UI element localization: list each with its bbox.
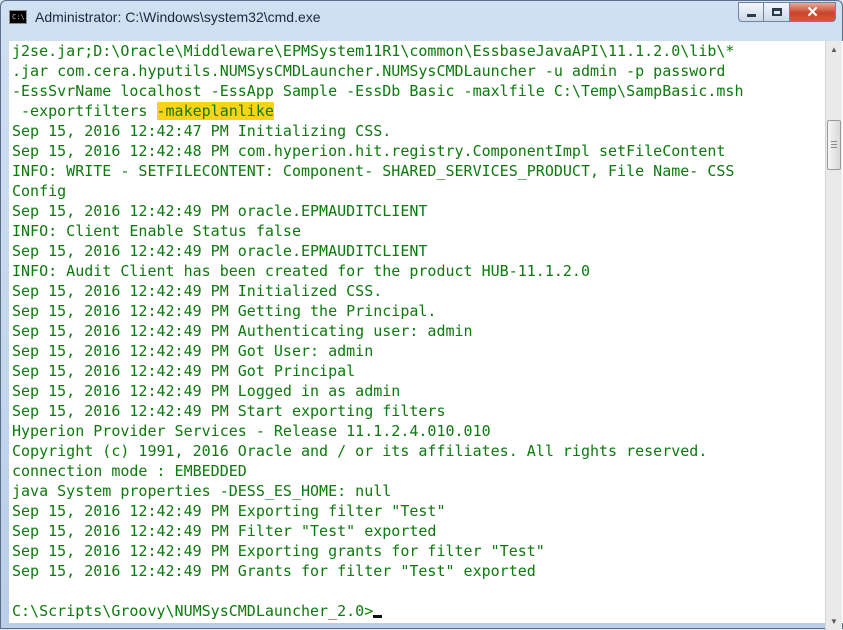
console-line: Hyperion Provider Services - Release 11.… [12,421,744,441]
console-line-text: -EssSvrName localhost -EssApp Sample -Es… [12,82,744,100]
title-bar[interactable]: C:\. Administrator: C:\Windows\system32\… [1,1,842,35]
console-line: Sep 15, 2016 12:42:47 PM Initializing CS… [12,121,744,141]
console-line-text: Copyright (c) 1991, 2016 Oracle and / or… [12,442,708,460]
console-line: Sep 15, 2016 12:42:49 PM Got User: admin [12,341,744,361]
console-line: Sep 15, 2016 12:42:49 PM Authenticating … [12,321,744,341]
console-line: Sep 15, 2016 12:42:49 PM oracle.EPMAUDIT… [12,241,744,261]
arrow-up-icon: ▲ [830,45,838,54]
console-line: Sep 15, 2016 12:42:49 PM Filter "Test" e… [12,521,744,541]
scroll-up-button[interactable]: ▲ [826,41,842,58]
console-line: Copyright (c) 1991, 2016 Oracle and / or… [12,441,744,461]
console-line-text: Sep 15, 2016 12:42:49 PM Start exporting… [12,402,446,420]
console-line-text: -exportfilters [12,102,157,120]
window-title: Administrator: C:\Windows\system32\cmd.e… [35,9,321,25]
console-line-text: Sep 15, 2016 12:42:49 PM Getting the Pri… [12,302,437,320]
console-line: Sep 15, 2016 12:42:49 PM Exporting filte… [12,501,744,521]
console-line: Sep 15, 2016 12:42:49 PM Got Principal [12,361,744,381]
grip-icon [831,141,837,142]
console-line-text: Sep 15, 2016 12:42:49 PM Initialized CSS… [12,282,383,300]
minimize-icon [746,13,756,17]
console-line-text: Sep 15, 2016 12:42:49 PM Logged in as ad… [12,382,401,400]
console-line-text: connection mode : EMBEDDED [12,462,247,480]
console-line-text: INFO: WRITE - SETFILECONTENT: Component-… [12,162,735,180]
console-line: Sep 15, 2016 12:42:49 PM oracle.EPMAUDIT… [12,201,744,221]
console-line-text: Sep 15, 2016 12:42:49 PM Got User: admin [12,342,374,360]
console-line: j2se.jar;D:\Oracle\Middleware\EPMSystem1… [12,41,744,61]
console-line: INFO: WRITE - SETFILECONTENT: Component-… [12,161,744,181]
console-line: Sep 15, 2016 12:42:49 PM Logged in as ad… [12,381,744,401]
scroll-down-button[interactable]: ▼ [826,613,842,630]
console-line-text: Sep 15, 2016 12:42:49 PM Grants for filt… [12,562,536,580]
cmd-icon[interactable]: C:\. [9,10,29,24]
close-icon: ✕ [806,4,819,21]
cmd-window: C:\. Administrator: C:\Windows\system32\… [0,0,843,630]
console-line-text: Hyperion Provider Services - Release 11.… [12,422,491,440]
console-line-text: .jar com.cera.hyputils.NUMSysCMDLauncher… [12,62,726,80]
console-line-text: Sep 15, 2016 12:42:49 PM Exporting grant… [12,542,545,560]
scroll-thumb[interactable] [827,120,841,170]
window-controls: ✕ [738,2,836,22]
console-line-text: Sep 15, 2016 12:42:49 PM Got Principal [12,362,356,380]
console-lines: j2se.jar;D:\Oracle\Middleware\EPMSystem1… [12,41,744,621]
console-line-text: INFO: Client Enable Status false [12,222,301,240]
prompt-line[interactable]: C:\Scripts\Groovy\NUMSysCMDLauncher_2.0> [12,601,744,621]
console-line-text: Sep 15, 2016 12:42:49 PM Authenticating … [12,322,473,340]
console-line-text: Config [12,182,67,200]
minimize-button[interactable] [738,2,764,22]
maximize-icon [771,8,782,16]
console-line-text: Sep 15, 2016 12:42:49 PM oracle.EPMAUDIT… [12,242,428,260]
console-line: Sep 15, 2016 12:42:49 PM Exporting grant… [12,541,744,561]
console-line-text: java System properties -DESS_ES_HOME: nu… [12,482,392,500]
console-line: .jar com.cera.hyputils.NUMSysCMDLauncher… [12,61,744,81]
console-line-text: j2se.jar;D:\Oracle\Middleware\EPMSystem1… [12,42,735,60]
console-output[interactable]: j2se.jar;D:\Oracle\Middleware\EPMSystem1… [9,41,843,623]
vertical-scrollbar[interactable]: ▲ ▼ [825,41,842,630]
arrow-down-icon: ▼ [830,617,838,626]
console-line-text: Sep 15, 2016 12:42:49 PM Exporting filte… [12,502,446,520]
console-line: java System properties -DESS_ES_HOME: nu… [12,481,744,501]
command-prompt: C:\Scripts\Groovy\NUMSysCMDLauncher_2.0> [12,602,374,620]
console-line-text: INFO: Audit Client has been created for … [12,262,590,280]
maximize-button[interactable] [764,2,790,22]
console-line-text: Sep 15, 2016 12:42:48 PM com.hyperion.hi… [12,142,726,160]
text-cursor [373,615,383,618]
console-line-text: Sep 15, 2016 12:42:49 PM oracle.EPMAUDIT… [12,202,428,220]
console-line: connection mode : EMBEDDED [12,461,744,481]
console-line: INFO: Audit Client has been created for … [12,261,744,281]
console-line: -exportfilters -makeplanlike [12,101,744,121]
console-line: Sep 15, 2016 12:42:49 PM Grants for filt… [12,561,744,581]
highlighted-text: -makeplanlike [156,102,274,120]
console-line: Sep 15, 2016 12:42:49 PM Initialized CSS… [12,281,744,301]
console-line: Sep 15, 2016 12:42:48 PM com.hyperion.hi… [12,141,744,161]
console-line-text: Sep 15, 2016 12:42:49 PM Filter "Test" e… [12,522,437,540]
console-line: Sep 15, 2016 12:42:49 PM Getting the Pri… [12,301,744,321]
console-line-text: Sep 15, 2016 12:42:47 PM Initializing CS… [12,122,392,140]
console-line: INFO: Client Enable Status false [12,221,744,241]
close-button[interactable]: ✕ [790,2,836,22]
console-line: Config [12,181,744,201]
console-line: Sep 15, 2016 12:42:49 PM Start exporting… [12,401,744,421]
console-line: -EssSvrName localhost -EssApp Sample -Es… [12,81,744,101]
